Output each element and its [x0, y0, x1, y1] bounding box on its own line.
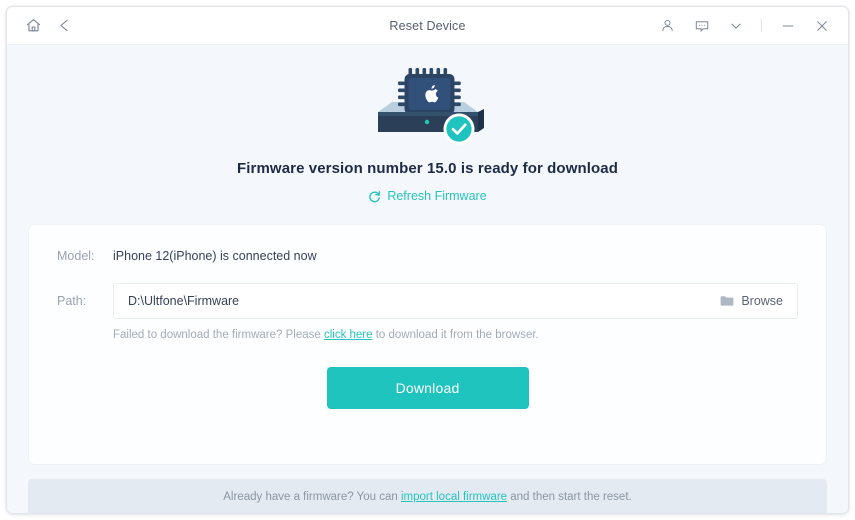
- check-circle-icon: [445, 116, 472, 142]
- refresh-icon: [368, 190, 381, 203]
- model-value: iPhone 12(iPhone) is connected now: [113, 248, 317, 263]
- back-arrow-icon[interactable]: [56, 17, 73, 34]
- path-input-value[interactable]: D:\Ultfone\Firmware: [114, 294, 708, 308]
- minimize-button[interactable]: [779, 17, 796, 34]
- hero-section: Firmware version number 15.0 is ready fo…: [28, 45, 827, 208]
- import-local-firmware-bar: Already have a firmware? You can import …: [28, 478, 827, 513]
- model-row: Model: iPhone 12(iPhone) is connected no…: [57, 249, 798, 263]
- refresh-firmware-button[interactable]: Refresh Firmware: [368, 189, 487, 203]
- home-icon[interactable]: [25, 17, 42, 34]
- browse-label: Browse: [741, 293, 783, 308]
- titlebar-divider: [761, 19, 762, 32]
- download-button-wrapper: Download: [57, 366, 798, 409]
- folder-icon: [720, 295, 734, 307]
- close-button[interactable]: [813, 17, 830, 34]
- path-label: Path:: [57, 293, 87, 308]
- feedback-icon[interactable]: [693, 17, 710, 34]
- refresh-firmware-label: Refresh Firmware: [387, 189, 487, 203]
- download-failure-hint: Failed to download the firmware? Please …: [113, 329, 798, 341]
- titlebar-left-controls: [7, 17, 73, 34]
- download-button[interactable]: Download: [326, 366, 529, 409]
- main-content: Firmware version number 15.0 is ready fo…: [7, 45, 848, 513]
- apple-chip-device-icon: [368, 62, 488, 146]
- title-bar: Reset Device: [7, 7, 848, 45]
- browse-button[interactable]: Browse: [708, 284, 797, 318]
- model-label: Model:: [57, 248, 95, 263]
- hint-text-before: Failed to download the firmware? Please: [113, 328, 324, 341]
- hint-text-after: to download it from the browser.: [372, 328, 539, 341]
- app-window: Reset Device Firmware version number 15.…: [6, 6, 849, 514]
- page-title: Firmware version number 15.0 is ready fo…: [237, 160, 618, 177]
- import-local-firmware-link[interactable]: import local firmware: [401, 491, 507, 503]
- path-input[interactable]: D:\Ultfone\Firmware Browse: [113, 282, 798, 319]
- firmware-card: Model: iPhone 12(iPhone) is connected no…: [28, 223, 827, 465]
- footer-text-before: Already have a firmware? You can: [223, 491, 401, 503]
- titlebar-right-controls: [659, 17, 848, 34]
- click-here-link[interactable]: click here: [324, 329, 373, 341]
- path-row: Path: D:\Ultfone\Firmware Browse: [57, 282, 798, 319]
- footer-text-after: and then start the reset.: [507, 491, 632, 503]
- account-icon[interactable]: [659, 17, 676, 34]
- more-menu-chevron-down-icon[interactable]: [727, 17, 744, 34]
